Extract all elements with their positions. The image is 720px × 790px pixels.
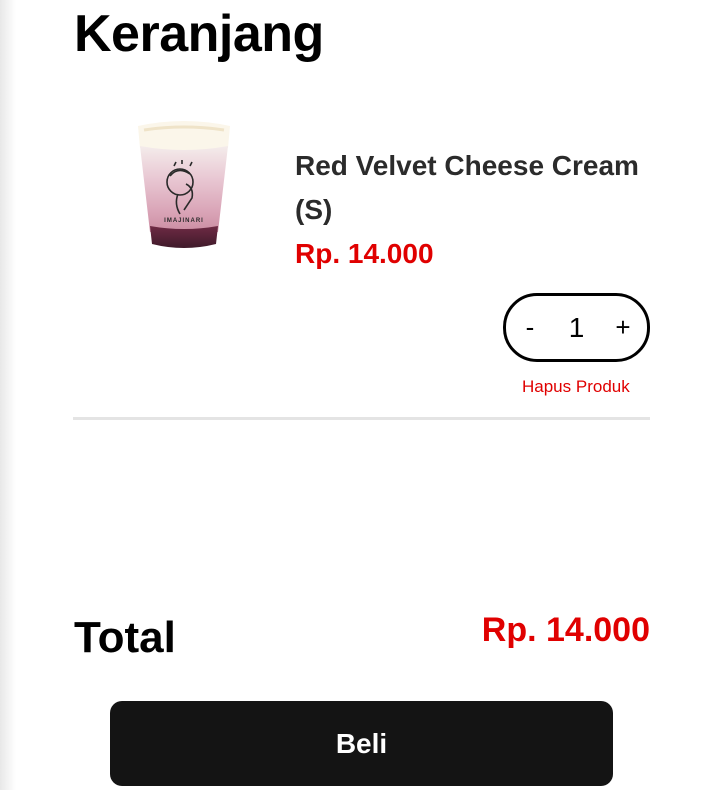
product-name: Red Velvet Cheese Cream (S) xyxy=(295,150,639,225)
divider xyxy=(73,417,650,420)
svg-text:IMAJINARI: IMAJINARI xyxy=(164,218,204,224)
buy-button[interactable]: Beli xyxy=(110,701,613,786)
remove-product-link[interactable]: Hapus Produk xyxy=(522,376,630,398)
total-value: Rp. 14.000 xyxy=(481,611,650,649)
increment-button[interactable]: + xyxy=(599,296,647,359)
cart-page: Keranjang IMAJINARI Red Velvet Cheese Cr… xyxy=(0,0,720,790)
product-image: IMAJINARI xyxy=(134,118,234,254)
page-title: Keranjang xyxy=(74,5,324,63)
quantity-stepper: - 1 + xyxy=(503,293,650,362)
decrement-button[interactable]: - xyxy=(506,296,554,359)
quantity-value: 1 xyxy=(568,311,585,343)
total-label: Total xyxy=(74,613,176,662)
left-edge-shadow xyxy=(0,0,16,790)
product-price: Rp. 14.000 xyxy=(295,238,434,269)
